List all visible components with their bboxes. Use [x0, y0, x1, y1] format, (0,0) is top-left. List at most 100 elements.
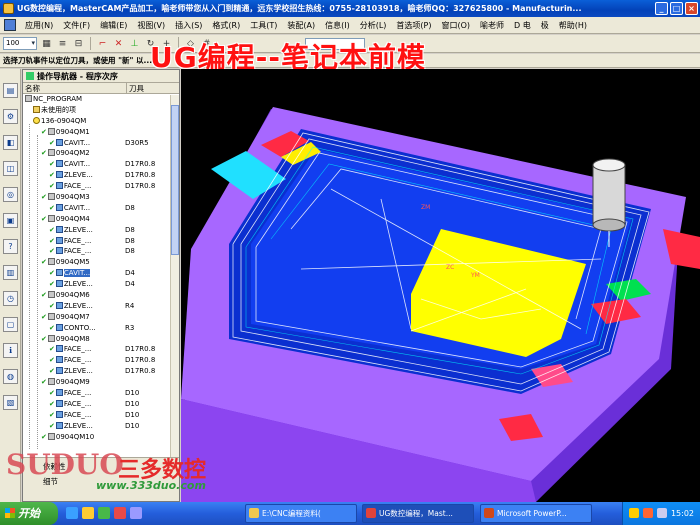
menu-item[interactable]: 首选项(P) — [391, 21, 436, 30]
web-browser-icon[interactable]: ◎ — [3, 187, 18, 202]
quick-launch-folder-icon[interactable] — [82, 507, 94, 519]
filter-icon[interactable]: ⊟ — [72, 37, 85, 50]
menu-item[interactable]: 格式(R) — [207, 21, 245, 30]
operation-row[interactable]: ✔ FACE_... D17R0.8 — [23, 344, 179, 355]
menu-item[interactable]: D 电 — [509, 21, 536, 30]
tree-node: ✔ ZLEVE... — [49, 366, 93, 377]
menu-item[interactable]: 文件(F) — [58, 21, 95, 30]
status-check-icon: ✔ — [49, 236, 55, 245]
machine-tool-icon[interactable]: ⚙ — [3, 109, 18, 124]
operation-row[interactable]: ✔ FACE_... D17R0.8 — [23, 355, 179, 366]
tree-node-label: FACE_... — [63, 345, 92, 354]
document-icon[interactable] — [4, 19, 16, 31]
operation-row[interactable]: ✔ FACE_... D8 — [23, 246, 179, 257]
menu-item[interactable]: 分析(L) — [355, 21, 392, 30]
operation-row[interactable]: ✔ FACE_... D10 — [23, 410, 179, 421]
tree-row[interactable]: NC_PROGRAM — [23, 94, 179, 105]
menu-item[interactable]: 应用(N) — [20, 21, 58, 30]
start-button[interactable]: 开始 — [0, 502, 58, 525]
taskbar-window-button[interactable]: Microsoft PowerP... — [480, 504, 592, 523]
group-icon — [47, 378, 55, 386]
roles-icon[interactable]: ◍ — [3, 369, 18, 384]
status-check-icon: ✔ — [41, 312, 47, 321]
zoom-select[interactable]: 100 — [3, 37, 37, 50]
minimize-button[interactable]: _ — [655, 2, 668, 15]
dependencies-panel-label[interactable]: 依赖性 — [43, 461, 66, 472]
maximize-button[interactable]: □ — [670, 2, 683, 15]
operation-icon — [55, 160, 63, 168]
operation-row[interactable]: ✔ CAVIT... D8 — [23, 203, 179, 214]
menu-item[interactable]: 喻老师 — [475, 21, 509, 30]
taskbar-window-button[interactable]: E:\CNC编程资料( — [245, 504, 357, 523]
program-group-row[interactable]: ✔ 0904QM3 — [23, 192, 179, 203]
menu-item[interactable]: 窗口(O) — [436, 21, 475, 30]
operation-row[interactable]: ✔ CAVIT... D17R0.8 — [23, 159, 179, 170]
column-tool-header[interactable]: 刀具 — [127, 83, 144, 93]
help-icon[interactable]: ? — [3, 239, 18, 254]
palette-icon[interactable]: ▥ — [3, 265, 18, 280]
operation-row[interactable]: ✔ CAVIT... D30R5 — [23, 138, 179, 149]
program-group-row[interactable]: ✔ 0904QM9 — [23, 377, 179, 388]
quick-launch-ie-icon[interactable] — [66, 507, 78, 519]
part-icon[interactable]: ▢ — [3, 317, 18, 332]
operation-row[interactable]: ✔ ZLEVE... R4 — [23, 301, 179, 312]
operation-row[interactable]: ✔ FACE_... D8 — [23, 236, 179, 247]
taskbar-window-button[interactable]: UG数控编程，Mast... — [362, 504, 474, 523]
operation-row[interactable]: ✔ ZLEVE... D8 — [23, 225, 179, 236]
operation-row[interactable]: ✔ CONTO... R3 — [23, 323, 179, 334]
menu-item[interactable]: 极 — [536, 21, 554, 30]
operation-row[interactable]: ✔ FACE_... D10 — [23, 399, 179, 410]
column-name-header[interactable]: 名称 — [23, 83, 127, 93]
menu-item[interactable]: 编辑(E) — [95, 21, 132, 30]
program-group-row[interactable]: ✔ 0904QM2 — [23, 148, 179, 159]
program-group-row[interactable]: ✔ 0904QM5 — [23, 257, 179, 268]
axis-icon[interactable]: ✕ — [112, 37, 125, 50]
operation-row[interactable]: ✔ ZLEVE... D4 — [23, 279, 179, 290]
quick-launch-media-icon[interactable] — [114, 507, 126, 519]
operation-row[interactable]: ✔ ZLEVE... D17R0.8 — [23, 366, 179, 377]
method-icon[interactable]: ◫ — [3, 161, 18, 176]
operation-row[interactable]: ✔ FACE_... D10 — [23, 388, 179, 399]
operation-row[interactable]: ✔ FACE_... D17R0.8 — [23, 181, 179, 192]
program-group-row[interactable]: ✔ 0904QM6 — [23, 290, 179, 301]
operation-navigator-icon[interactable]: ▤ — [3, 83, 18, 98]
tray-volume-icon[interactable] — [657, 508, 667, 518]
menu-item[interactable]: 插入(S) — [170, 21, 207, 30]
tray-network-icon[interactable] — [629, 508, 639, 518]
wcs-icon[interactable]: ⌐ — [96, 37, 109, 50]
navigator-scrollbar[interactable] — [170, 95, 179, 457]
tree-row[interactable]: 136-0904QM — [23, 116, 179, 127]
menu-item[interactable]: 帮助(H) — [554, 21, 592, 30]
operation-row[interactable]: ✔ ZLEVE... D17R0.8 — [23, 170, 179, 181]
tool-path-icon[interactable]: ▦ — [40, 37, 53, 50]
tray-antivirus-icon[interactable] — [643, 508, 653, 518]
menu-item[interactable]: 装配(A) — [282, 21, 320, 30]
details-panel-label[interactable]: 细节 — [43, 476, 58, 487]
program-group-row[interactable]: ✔ 0904QM4 — [23, 214, 179, 225]
tree-node-label: CAVIT... — [63, 269, 91, 278]
quick-launch-app-icon[interactable] — [98, 507, 110, 519]
system-icon[interactable]: ▧ — [3, 395, 18, 410]
tree-row[interactable]: 未使用的项 — [23, 105, 179, 116]
orient-icon[interactable]: ⊥ — [128, 37, 141, 50]
program-group-row[interactable]: ✔ 0904QM10 — [23, 432, 179, 443]
menu-item[interactable]: 视图(V) — [132, 21, 170, 30]
menu-item[interactable]: 工具(T) — [245, 21, 282, 30]
menu-item[interactable]: 信息(I) — [320, 21, 355, 30]
program-group-row[interactable]: ✔ 0904QM1 — [23, 127, 179, 138]
operation-icon — [55, 236, 63, 244]
history-icon[interactable]: ▣ — [3, 213, 18, 228]
geometry-icon[interactable]: ◧ — [3, 135, 18, 150]
program-group-row[interactable]: ✔ 0904QM8 — [23, 334, 179, 345]
program-group-row[interactable]: ✔ 0904QM7 — [23, 312, 179, 323]
operation-row[interactable]: ✔ ZLEVE... D10 — [23, 421, 179, 432]
close-button[interactable]: × — [685, 2, 698, 15]
quick-launch-desktop-icon[interactable] — [130, 507, 142, 519]
section-icon[interactable]: ≡ — [56, 37, 69, 50]
graphics-window[interactable]: ZM ZC YM — [181, 69, 700, 502]
pin-icon[interactable] — [26, 72, 34, 80]
clock-icon[interactable]: ◷ — [3, 291, 18, 306]
scrollbar-thumb[interactable] — [171, 105, 179, 255]
info-icon[interactable]: ℹ — [3, 343, 18, 358]
operation-row[interactable]: ✔ CAVIT... D4 — [23, 268, 179, 279]
